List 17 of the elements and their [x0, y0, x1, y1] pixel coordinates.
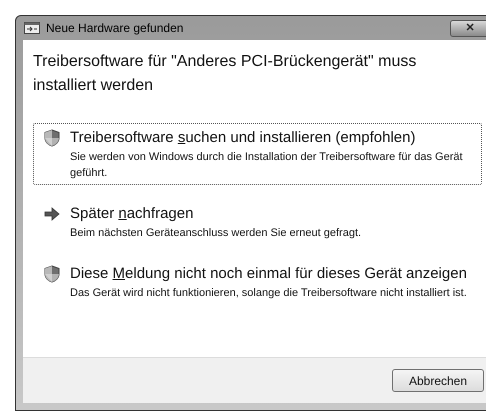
shield-icon	[44, 265, 60, 283]
arrow-icon	[44, 207, 60, 221]
command-link-title: Später nachfragen	[70, 204, 194, 224]
window-icon	[24, 22, 40, 34]
command-link[interactable]: Treibersoftware suchen und installieren (empfohlen) Sie werden von Windows durch die Installation der Treibersoftware für das Gerät geführt.	[33, 123, 482, 185]
command-link-title: Diese Meldung nicht noch einmal für dieses Gerät anzeigen	[70, 264, 467, 284]
command-link[interactable]: Diese Meldung nicht noch einmal für dieses Gerät anzeigen Das Gerät wird nicht funktionieren, solange die Treibersoftware nicht installiert ist.	[33, 259, 482, 305]
command-link-description: Das Gerät wird nicht funktionieren, solange die Treibersoftware nicht installiert ist.	[70, 286, 467, 301]
close-button[interactable]: ✕	[450, 20, 486, 36]
shield-icon	[44, 129, 60, 147]
command-link-title: Treibersoftware suchen und installieren (empfohlen)	[70, 128, 416, 148]
command-link[interactable]: Später nachfragen Beim nächsten Geräteanschluss werden Sie erneut gefragt.	[33, 199, 482, 245]
command-link-description: Sie werden von Windows durch die Installation der Treibersoftware für das Gerät geführt.	[70, 150, 464, 181]
command-link-description: Beim nächsten Geräteanschluss werden Sie erneut gefragt.	[70, 226, 362, 241]
cancel-button[interactable]: Abbrechen	[392, 369, 484, 392]
window-title: Neue Hardware gefunden	[46, 20, 184, 37]
dialog-heading: Treibersoftware für "Anderes PCI-Brückengerät" muss installiert werden	[33, 52, 418, 96]
